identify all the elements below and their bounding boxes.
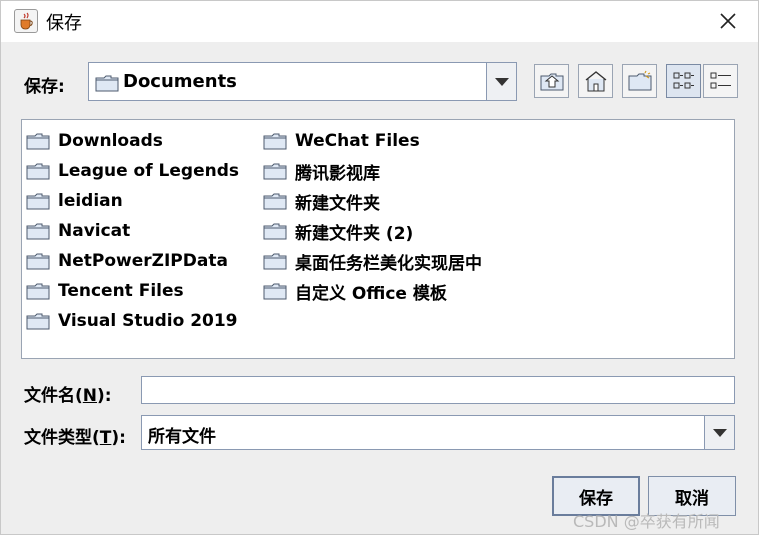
folder-icon [26, 130, 52, 152]
filename-label-text: 文件名( [24, 386, 83, 406]
list-item[interactable]: Visual Studio 2019 [26, 306, 239, 336]
save-dialog: 保存 保存: Documents Downloads League of Leg… [0, 0, 759, 535]
dialog-content: 保存: Documents Downloads League of Legend… [4, 42, 754, 531]
file-name: Tencent Files [58, 281, 184, 301]
up-one-level-button[interactable] [534, 64, 569, 98]
list-item[interactable]: Downloads [26, 126, 239, 156]
file-name: League of Legends [58, 161, 239, 181]
filetype-mnemonic: T [99, 428, 112, 448]
list-item[interactable]: leidian [26, 186, 239, 216]
new-folder-icon [628, 70, 651, 91]
close-button[interactable] [712, 7, 744, 35]
filename-mnemonic: N [82, 386, 98, 406]
folder-icon [263, 160, 289, 182]
details-view-button[interactable] [703, 64, 738, 98]
file-name: 新建文件夹 (2) [295, 223, 414, 244]
filetype-label: 文件类型(T): [24, 423, 126, 448]
file-name: leidian [58, 191, 123, 211]
filetype-label-suffix: ): [111, 428, 126, 448]
filename-label: 文件名(N): [24, 381, 112, 406]
list-item[interactable]: 腾讯影视库 [263, 156, 482, 186]
list-item[interactable]: 新建文件夹 (2) [263, 216, 482, 246]
list-item[interactable]: League of Legends [26, 156, 239, 186]
folder-icon [26, 280, 52, 302]
folder-icon [26, 160, 52, 182]
details-view-icon [710, 72, 731, 89]
filename-label-suffix: ): [97, 386, 112, 406]
file-name: 桌面任务栏美化实现居中 [295, 253, 482, 274]
filename-input[interactable] [141, 376, 735, 404]
list-item[interactable]: NetPowerZIPData [26, 246, 239, 276]
file-name: 自定义 Office 模板 [295, 283, 447, 304]
list-item[interactable]: Tencent Files [26, 276, 239, 306]
list-item[interactable]: WeChat Files [263, 126, 482, 156]
file-name: NetPowerZIPData [58, 251, 228, 271]
folder-icon [26, 250, 52, 272]
folder-icon [263, 280, 289, 302]
folder-icon [263, 130, 289, 152]
close-icon [720, 13, 736, 29]
file-column-1: Downloads League of Legends leidian Navi… [26, 126, 239, 336]
list-view-icon [673, 72, 694, 89]
filetype-dropdown[interactable]: 所有文件 [141, 415, 735, 450]
folder-icon [26, 190, 52, 212]
save-in-value: Documents [123, 71, 237, 92]
folder-icon [263, 250, 289, 272]
list-item[interactable]: 新建文件夹 [263, 186, 482, 216]
home-icon [585, 71, 606, 92]
java-cup-icon [14, 9, 38, 33]
file-name: WeChat Files [295, 131, 420, 151]
folder-icon [263, 190, 289, 212]
file-list[interactable]: Downloads League of Legends leidian Navi… [21, 119, 735, 359]
chevron-down-icon[interactable] [704, 416, 734, 449]
file-name: 腾讯影视库 [295, 163, 380, 184]
folder-icon [26, 220, 52, 242]
save-in-label: 保存: [24, 77, 65, 97]
list-item[interactable]: Navicat [26, 216, 239, 246]
chevron-down-icon[interactable] [486, 63, 516, 100]
folder-icon [26, 310, 52, 332]
new-folder-button[interactable] [622, 64, 657, 98]
file-name: Visual Studio 2019 [58, 311, 238, 331]
file-name: Downloads [58, 131, 163, 151]
file-name: Navicat [58, 221, 131, 241]
list-item[interactable]: 自定义 Office 模板 [263, 276, 482, 306]
folder-icon [95, 74, 119, 97]
up-one-level-icon [540, 73, 563, 91]
title-bar: 保存 [1, 1, 758, 42]
filetype-value: 所有文件 [148, 427, 216, 447]
folder-icon [263, 220, 289, 242]
filetype-label-text: 文件类型( [24, 428, 100, 448]
file-name: 新建文件夹 [295, 193, 380, 214]
file-column-2: WeChat Files 腾讯影视库 新建文件夹 新建文件夹 (2) 桌面任务栏… [263, 126, 482, 306]
list-view-button[interactable] [666, 64, 701, 98]
save-in-dropdown[interactable]: Documents [88, 62, 517, 101]
watermark: CSDN @卒获有所闻 [573, 512, 720, 531]
window-title: 保存 [46, 13, 82, 34]
list-item[interactable]: 桌面任务栏美化实现居中 [263, 246, 482, 276]
home-button[interactable] [578, 64, 613, 98]
